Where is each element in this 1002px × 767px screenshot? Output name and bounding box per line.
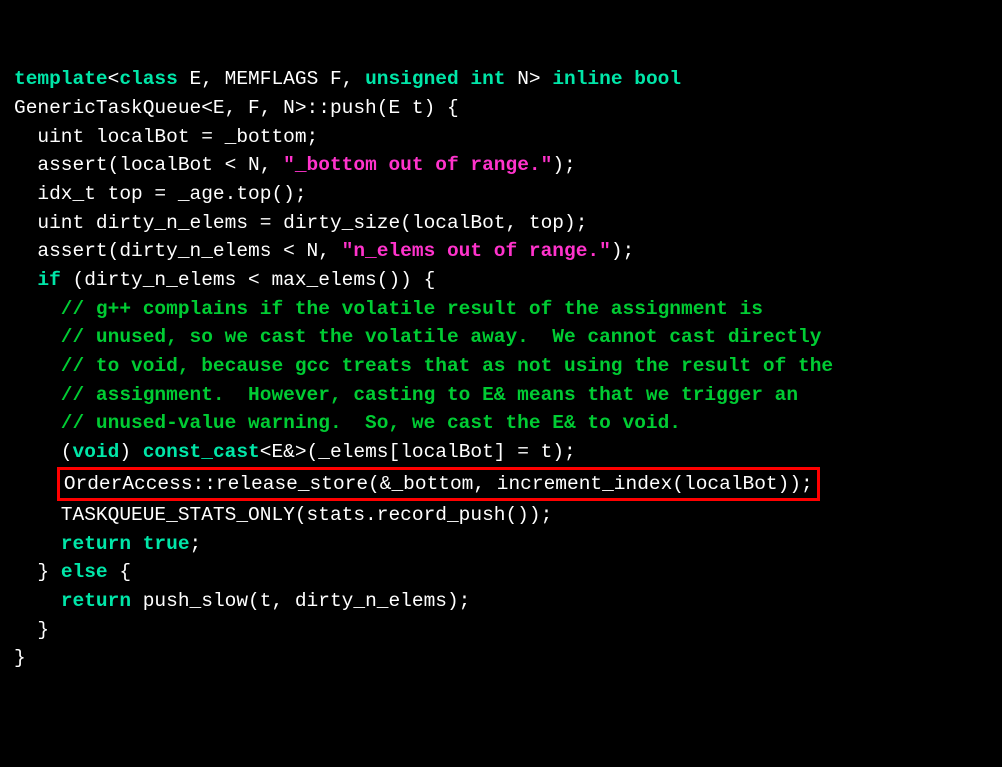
t: push_slow(t, dirty_n_elems); xyxy=(131,590,470,612)
line-2: GenericTaskQueue<E, F, N>::push(E t) { xyxy=(14,97,459,119)
t: N> xyxy=(506,68,553,90)
kw-unsigned: unsigned xyxy=(365,68,459,90)
kw-return: return xyxy=(61,590,131,612)
t: assert(dirty_n_elems < N, xyxy=(14,240,342,262)
t xyxy=(623,68,635,90)
t: ); xyxy=(611,240,634,262)
kw-inline: inline xyxy=(552,68,622,90)
string-literal: "n_elems out of range." xyxy=(342,240,611,262)
t: { xyxy=(108,561,131,583)
kw-bool: bool xyxy=(634,68,681,90)
kw-constcast: const_cast xyxy=(143,441,260,463)
kw-else: else xyxy=(61,561,108,583)
t: ) xyxy=(119,441,142,463)
line-16: TASKQUEUE_STATS_ONLY(stats.record_push()… xyxy=(14,504,552,526)
kw-class: class xyxy=(119,68,178,90)
code-block: template<class E, MEMFLAGS F, unsigned i… xyxy=(14,65,988,673)
line-3: uint localBot = _bottom; xyxy=(14,126,318,148)
t: ; xyxy=(190,533,202,555)
kw-return: return xyxy=(61,533,131,555)
t: assert(localBot < N, xyxy=(14,154,283,176)
comment: // g++ complains if the volatile result … xyxy=(14,298,763,320)
t: < xyxy=(108,68,120,90)
kw-template: template xyxy=(14,68,108,90)
line-5: idx_t top = _age.top(); xyxy=(14,183,307,205)
t: ); xyxy=(552,154,575,176)
t xyxy=(131,533,143,555)
t: E, MEMFLAGS F, xyxy=(178,68,365,90)
kw-if: if xyxy=(37,269,60,291)
t: } xyxy=(14,561,61,583)
comment: // assignment. However, casting to E& me… xyxy=(14,384,798,406)
comment: // unused, so we cast the volatile away.… xyxy=(14,326,821,348)
t: <E&>(_elems[localBot] = t); xyxy=(260,441,576,463)
line-6: uint dirty_n_elems = dirty_size(localBot… xyxy=(14,212,587,234)
comment: // unused-value warning. So, we cast the… xyxy=(14,412,681,434)
comment: // to void, because gcc treats that as n… xyxy=(14,355,833,377)
kw-void: void xyxy=(73,441,120,463)
t xyxy=(459,68,471,90)
t: (dirty_n_elems < max_elems()) { xyxy=(61,269,435,291)
t xyxy=(14,533,61,555)
t xyxy=(14,590,61,612)
line-20: } xyxy=(14,619,49,641)
kw-true: true xyxy=(143,533,190,555)
t: ( xyxy=(14,441,73,463)
string-literal: "_bottom out of range." xyxy=(283,154,552,176)
highlighted-line: OrderAccess::release_store(&_bottom, inc… xyxy=(57,467,820,502)
t xyxy=(14,269,37,291)
line-21: } xyxy=(14,647,26,669)
kw-int: int xyxy=(470,68,505,90)
